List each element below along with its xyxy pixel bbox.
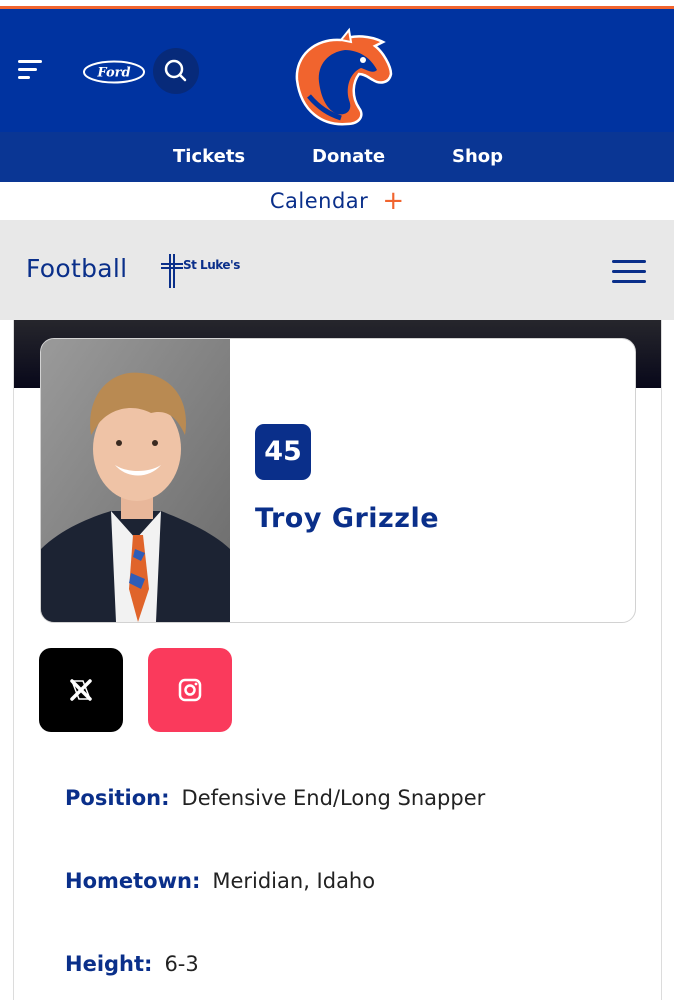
roster-content: 45 Troy Grizzle Position: Defensive End/L…: [13, 320, 662, 1000]
calendar-expand-icon[interactable]: +: [382, 186, 404, 216]
sport-menu-button[interactable]: [612, 258, 648, 284]
bio-value: Defensive End/Long Snapper: [181, 786, 486, 810]
st-lukes-sponsor-logo[interactable]: St Luke's: [160, 253, 242, 289]
sport-title[interactable]: Football: [26, 254, 127, 283]
site-header: Ford: [0, 9, 674, 132]
jersey-number: 45: [255, 424, 311, 480]
nav-donate[interactable]: Donate: [312, 132, 385, 182]
instagram-social-button[interactable]: [148, 648, 232, 732]
bronco-logo[interactable]: [279, 26, 397, 132]
secondary-nav: Tickets Donate Shop: [0, 132, 674, 182]
hamburger-icon-line-3: [612, 280, 646, 283]
instagram-icon: [178, 678, 202, 702]
ford-logo[interactable]: Ford: [82, 60, 146, 84]
menu-icon-line-1: [18, 60, 42, 63]
calendar-bar[interactable]: Calendar +: [0, 182, 674, 220]
calendar-label[interactable]: Calendar: [270, 189, 368, 213]
svg-text:Ford: Ford: [96, 66, 130, 81]
hamburger-icon-line-1: [612, 260, 646, 263]
bio-row-position: Position: Defensive End/Long Snapper: [65, 786, 485, 810]
x-social-button[interactable]: [39, 648, 123, 732]
nav-shop[interactable]: Shop: [452, 132, 503, 182]
cross-icon: [161, 254, 183, 288]
menu-icon-line-3: [18, 76, 30, 79]
bio-label: Height:: [65, 952, 153, 976]
bio-label: Position:: [65, 786, 170, 810]
x-icon: [70, 679, 92, 701]
bio-value: 6-3: [164, 952, 199, 976]
sport-header: Football St Luke's: [0, 220, 674, 320]
bio-row-hometown: Hometown: Meridian, Idaho: [65, 869, 375, 893]
player-name: Troy Grizzle: [255, 503, 440, 534]
search-icon: [164, 59, 187, 82]
player-headshot: [41, 339, 230, 622]
player-card: 45 Troy Grizzle: [40, 338, 636, 623]
bio-label: Hometown:: [65, 869, 201, 893]
top-accent-line: [0, 0, 674, 9]
bio-row-height: Height: 6-3: [65, 952, 199, 976]
hamburger-icon-line-2: [612, 270, 646, 273]
nav-tickets[interactable]: Tickets: [173, 132, 245, 182]
menu-icon-line-2: [18, 68, 37, 71]
bio-value: Meridian, Idaho: [212, 869, 376, 893]
search-button[interactable]: [153, 48, 199, 94]
sponsor-name: St Luke's: [183, 258, 240, 272]
main-menu-button[interactable]: [14, 55, 48, 85]
